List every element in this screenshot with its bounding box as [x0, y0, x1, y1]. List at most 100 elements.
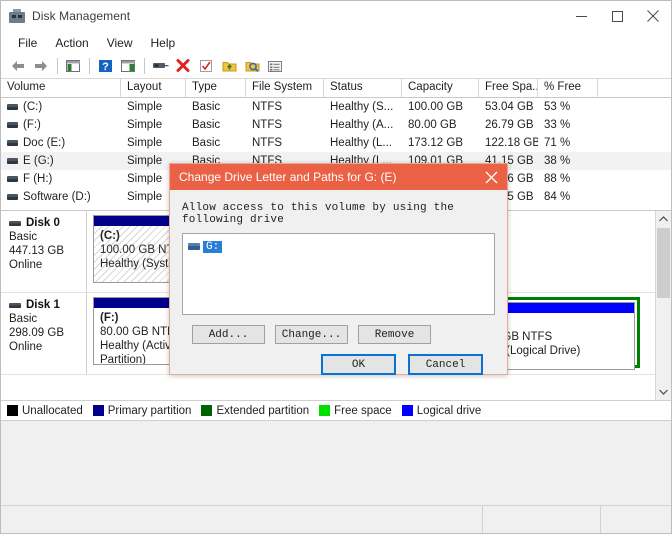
window-title: Disk Management: [32, 9, 131, 23]
cell-volume: Doc (E:): [23, 137, 66, 149]
cell-pct-free: 71 %: [544, 137, 571, 149]
menu-item-view[interactable]: View: [98, 34, 142, 52]
dialog-prompt: Allow access to this volume by using the…: [182, 202, 455, 226]
legend-swatch: [7, 405, 18, 416]
list-item-label: G:: [203, 240, 223, 253]
delete-icon[interactable]: [172, 56, 194, 77]
toolbar-separator: [57, 58, 58, 74]
list-item[interactable]: G:: [186, 240, 224, 254]
rescan-disks-icon[interactable]: [241, 56, 263, 77]
legend-bar: Unallocated Primary partition Extended p…: [1, 400, 671, 421]
add-button[interactable]: Add...: [192, 325, 265, 344]
legend-item-free-space: Free space: [319, 405, 392, 417]
forward-icon[interactable]: [30, 56, 52, 77]
status-cell-3: [601, 506, 671, 533]
table-row[interactable]: (C:) Simple Basic NTFS Healthy (S... 100…: [1, 98, 671, 116]
cell-file-system: NTFS: [252, 137, 283, 149]
list-view-icon[interactable]: [264, 56, 286, 77]
column-header-type[interactable]: Type: [186, 79, 246, 98]
close-button[interactable]: [635, 1, 671, 31]
export-list-icon[interactable]: [218, 56, 240, 77]
legend-swatch: [92, 405, 104, 416]
disk-state: Online: [9, 259, 43, 271]
cell-layout: Simple: [127, 119, 163, 131]
column-header-file-system[interactable]: File System: [246, 79, 324, 98]
drive-icon: [7, 176, 18, 182]
toolbar: ?: [1, 54, 671, 79]
drive-icon: [7, 104, 18, 110]
show-hide-console-tree-icon[interactable]: [62, 56, 84, 77]
disk-type: Basic: [9, 313, 38, 325]
cell-status: Healthy (S...: [330, 101, 394, 113]
remove-button[interactable]: Remove: [358, 325, 431, 344]
column-header-volume[interactable]: Volume: [1, 79, 121, 98]
legend-item-logical-drive: Logical drive: [401, 405, 481, 417]
table-row[interactable]: Doc (E:) Simple Basic NTFS Healthy (L...…: [1, 134, 671, 152]
check-icon[interactable]: [195, 56, 217, 77]
disk-size: 447.13 GB: [9, 245, 64, 257]
disk-info-0[interactable]: Disk 0 Basic 447.13 GB Online: [1, 211, 87, 292]
minimize-button[interactable]: [563, 1, 599, 31]
cell-pct-free: 88 %: [544, 173, 571, 185]
menu-item-action[interactable]: Action: [46, 34, 97, 52]
legend-label: Primary partition: [107, 404, 192, 417]
disk-pane-scrollbar[interactable]: [655, 211, 671, 400]
cell-type: Basic: [192, 119, 221, 131]
cell-free-space: 26.79 GB: [485, 119, 534, 131]
cell-free-space: 53.04 GB: [485, 101, 534, 113]
disk-name: Disk 0: [26, 217, 60, 229]
scroll-down-arrow[interactable]: [656, 384, 671, 400]
drive-letter-listbox[interactable]: G:: [182, 233, 495, 315]
drive-icon: [7, 140, 18, 146]
cell-pct-free: 84 %: [544, 191, 571, 203]
cell-file-system: NTFS: [252, 101, 283, 113]
cell-capacity: 173.12 GB: [408, 137, 463, 149]
cell-type: Basic: [192, 137, 221, 149]
column-header-blank[interactable]: [598, 79, 671, 98]
cell-pct-free: 53 %: [544, 101, 571, 113]
legend-swatch: [401, 405, 413, 416]
legend-swatch: [319, 405, 331, 416]
cell-status: Healthy (A...: [330, 119, 394, 131]
maximize-button[interactable]: [599, 1, 635, 31]
cell-status: Healthy (L...: [330, 137, 392, 149]
menu-item-file[interactable]: File: [9, 34, 46, 52]
legend-item-unallocated: Unallocated: [7, 405, 83, 417]
cancel-button[interactable]: Cancel: [408, 354, 483, 375]
legend-label: Extended partition: [216, 404, 310, 417]
status-bar: [1, 505, 671, 533]
scrollbar-thumb[interactable]: [657, 228, 670, 298]
cell-volume: (F:): [23, 119, 41, 131]
cell-capacity: 80.00 GB: [408, 119, 457, 131]
cell-volume: Software (D:): [23, 191, 91, 203]
change-button[interactable]: Change...: [275, 325, 348, 344]
table-row[interactable]: (F:) Simple Basic NTFS Healthy (A... 80.…: [1, 116, 671, 134]
back-icon[interactable]: [7, 56, 29, 77]
properties-drive-icon[interactable]: [149, 56, 171, 77]
disk-info-1[interactable]: Disk 1 Basic 298.09 GB Online: [1, 293, 87, 374]
toolbar-separator: [144, 58, 145, 74]
menu-item-help[interactable]: Help: [142, 34, 185, 52]
show-hide-action-pane-icon[interactable]: [117, 56, 139, 77]
column-header-free-space[interactable]: Free Spa...: [479, 79, 538, 98]
cell-layout: Simple: [127, 137, 163, 149]
disk-type: Basic: [9, 231, 38, 243]
column-header-capacity[interactable]: Capacity: [402, 79, 479, 98]
dialog-action-buttons: Add... Change... Remove: [182, 325, 495, 344]
cell-file-system: NTFS: [252, 119, 283, 131]
column-header-status[interactable]: Status: [324, 79, 402, 98]
ok-button[interactable]: OK: [321, 354, 396, 375]
disk-name: Disk 1: [26, 299, 60, 311]
cell-volume: F (H:): [23, 173, 53, 185]
legend-swatch: [201, 405, 213, 416]
cell-volume: E (G:): [23, 155, 54, 167]
dialog-close-button[interactable]: [475, 164, 507, 190]
scroll-up-arrow[interactable]: [656, 211, 671, 227]
cell-layout: Simple: [127, 101, 163, 113]
help-icon[interactable]: ?: [94, 56, 116, 77]
drive-icon: [188, 243, 200, 250]
column-header-layout[interactable]: Layout: [121, 79, 186, 98]
column-header-pct-free[interactable]: % Free: [538, 79, 598, 98]
drive-icon: [7, 158, 18, 164]
svg-text:?: ?: [102, 61, 109, 73]
